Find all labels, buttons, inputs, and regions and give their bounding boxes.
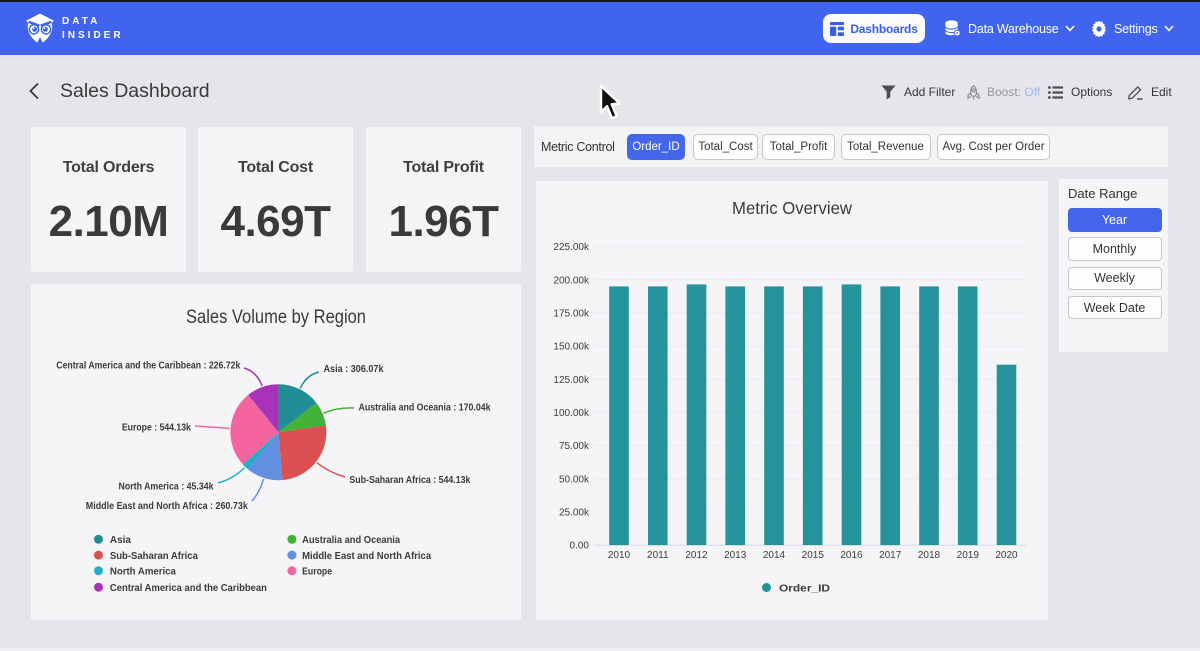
- svg-text:2017: 2017: [879, 550, 902, 561]
- svg-text:Sub-Saharan Africa : 544.13k: Sub-Saharan Africa : 544.13k: [349, 475, 470, 486]
- svg-text:2016: 2016: [840, 550, 863, 561]
- svg-text:Europe : 544.13k: Europe : 544.13k: [122, 423, 191, 434]
- svg-text:150.00k: 150.00k: [553, 342, 590, 353]
- svg-text:Central America and the Caribb: Central America and the Caribbean: [110, 583, 267, 594]
- svg-text:2019: 2019: [957, 550, 980, 561]
- svg-text:200.00k: 200.00k: [553, 275, 590, 286]
- svg-text:2012: 2012: [685, 550, 708, 561]
- svg-text:2010: 2010: [608, 550, 631, 561]
- svg-text:Asia : 306.07k: Asia : 306.07k: [324, 364, 384, 375]
- svg-text:Sub-Saharan Africa: Sub-Saharan Africa: [110, 551, 198, 562]
- svg-text:2011: 2011: [647, 550, 669, 561]
- svg-text:2015: 2015: [802, 550, 825, 561]
- svg-text:North America: North America: [110, 567, 176, 578]
- svg-text:0.00: 0.00: [570, 541, 590, 552]
- svg-text:Central America and the Caribb: Central America and the Caribbean : 226.…: [56, 361, 240, 372]
- svg-text:Europe: Europe: [302, 567, 332, 578]
- svg-text:Asia: Asia: [110, 535, 131, 546]
- svg-text:North America : 45.34k: North America : 45.34k: [119, 482, 214, 493]
- svg-text:100.00k: 100.00k: [553, 408, 590, 419]
- svg-text:175.00k: 175.00k: [553, 309, 590, 320]
- svg-text:225.00k: 225.00k: [553, 242, 590, 253]
- svg-text:50.00k: 50.00k: [559, 474, 590, 485]
- svg-text:Middle East and North Africa: Middle East and North Africa: [302, 551, 431, 562]
- svg-text:Sales Volume by Region: Sales Volume by Region: [186, 307, 366, 328]
- svg-text:2018: 2018: [918, 550, 941, 561]
- svg-text:Metric Overview: Metric Overview: [732, 198, 852, 218]
- svg-text:Australia and Oceania : 170.04: Australia and Oceania : 170.04k: [359, 403, 491, 414]
- svg-text:2014: 2014: [763, 550, 786, 561]
- svg-text:Order_ID: Order_ID: [779, 583, 830, 594]
- svg-text:25.00k: 25.00k: [559, 508, 590, 519]
- svg-text:Middle East and North Africa :: Middle East and North Africa : 260.73k: [86, 501, 248, 512]
- svg-text:2020: 2020: [995, 550, 1018, 561]
- svg-text:125.00k: 125.00k: [553, 375, 590, 386]
- svg-text:2013: 2013: [724, 550, 747, 561]
- svg-text:Australia and Oceania: Australia and Oceania: [302, 535, 400, 546]
- svg-text:75.00k: 75.00k: [559, 441, 590, 452]
